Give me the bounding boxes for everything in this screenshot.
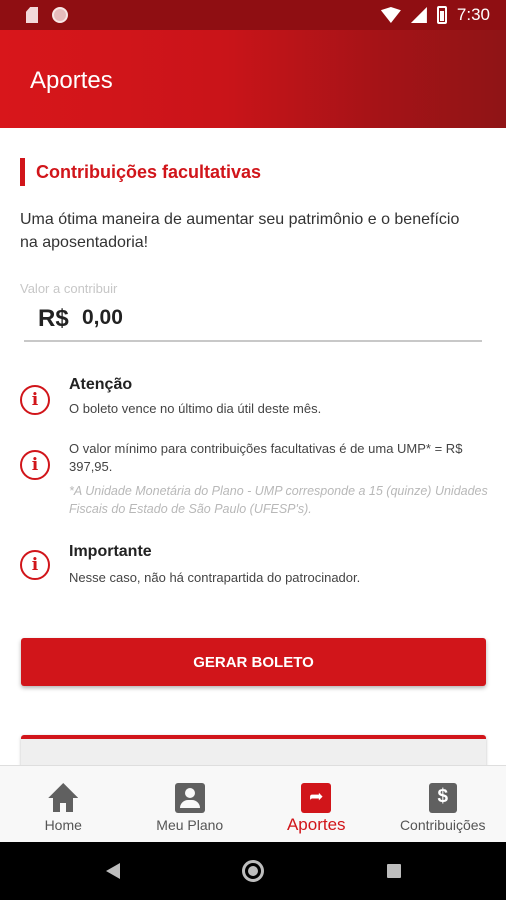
person-icon bbox=[174, 783, 205, 813]
nav-label: Meu Plano bbox=[156, 817, 224, 833]
home-icon bbox=[48, 783, 79, 813]
page-title: Aportes bbox=[30, 67, 113, 94]
notice-minimum-value: i O valor mínimo para contribuições facu… bbox=[20, 440, 490, 520]
nav-item-home[interactable]: Home bbox=[0, 766, 127, 842]
nav-item-aportes[interactable]: ➦ Aportes bbox=[253, 766, 380, 842]
bottom-nav: Home Meu Plano ➦ Aportes $ Contribuições bbox=[0, 765, 506, 842]
sd-card-icon bbox=[26, 7, 38, 23]
system-nav-bar bbox=[0, 842, 506, 900]
generate-boleto-button[interactable]: GERAR BOLETO bbox=[21, 638, 486, 686]
notice-footnote: *A Unidade Monetária do Plano - UMP corr… bbox=[69, 484, 488, 516]
currency-symbol: R$ bbox=[38, 305, 69, 332]
info-icon: i bbox=[20, 550, 50, 580]
notice-important: i Importante Nesse caso, não há contrapa… bbox=[20, 540, 490, 590]
notification-dot-icon bbox=[52, 7, 68, 23]
status-bar: 7:30 bbox=[0, 0, 506, 30]
wifi-icon bbox=[380, 7, 401, 23]
status-right: 7:30 bbox=[380, 5, 490, 25]
intro-text: Uma ótima maneira de aumentar seu patrim… bbox=[20, 211, 460, 251]
status-time: 7:30 bbox=[456, 5, 490, 24]
home-circle-icon[interactable] bbox=[242, 860, 264, 882]
nav-item-meu-plano[interactable]: Meu Plano bbox=[127, 766, 254, 842]
notice-attention: i Atenção O boleto vence no último dia ú… bbox=[20, 373, 490, 423]
battery-icon bbox=[436, 6, 447, 24]
recents-icon[interactable] bbox=[387, 864, 401, 878]
amount-field[interactable]: R$ bbox=[24, 302, 482, 342]
notice-text: Nesse caso, não há contrapartida do patr… bbox=[69, 570, 361, 585]
dollar-icon: $ bbox=[428, 783, 457, 813]
nav-label: Contribuições bbox=[399, 817, 486, 833]
app-bar: Aportes bbox=[0, 30, 506, 128]
notice-title: Atenção bbox=[69, 376, 133, 393]
notice-title: Importante bbox=[69, 543, 152, 560]
info-icon: i bbox=[20, 385, 50, 415]
amount-field-label: Valor a contribuir bbox=[20, 281, 118, 296]
nav-label: Aportes bbox=[286, 815, 346, 834]
info-icon: i bbox=[20, 450, 50, 480]
nav-item-contribuicoes[interactable]: $ Contribuições bbox=[380, 766, 506, 842]
notice-text: O valor mínimo para contribuições facult… bbox=[69, 441, 463, 474]
section-title: Contribuições facultativas bbox=[36, 162, 262, 182]
signal-icon bbox=[410, 7, 427, 23]
nav-label: Home bbox=[44, 817, 82, 833]
notice-text: O boleto vence no último dia útil deste … bbox=[69, 401, 322, 416]
section-heading: Contribuições facultativas bbox=[20, 158, 261, 186]
status-left bbox=[26, 7, 68, 23]
share-icon: ➦ bbox=[301, 783, 332, 813]
back-icon[interactable] bbox=[106, 863, 120, 879]
amount-input[interactable] bbox=[82, 306, 282, 330]
